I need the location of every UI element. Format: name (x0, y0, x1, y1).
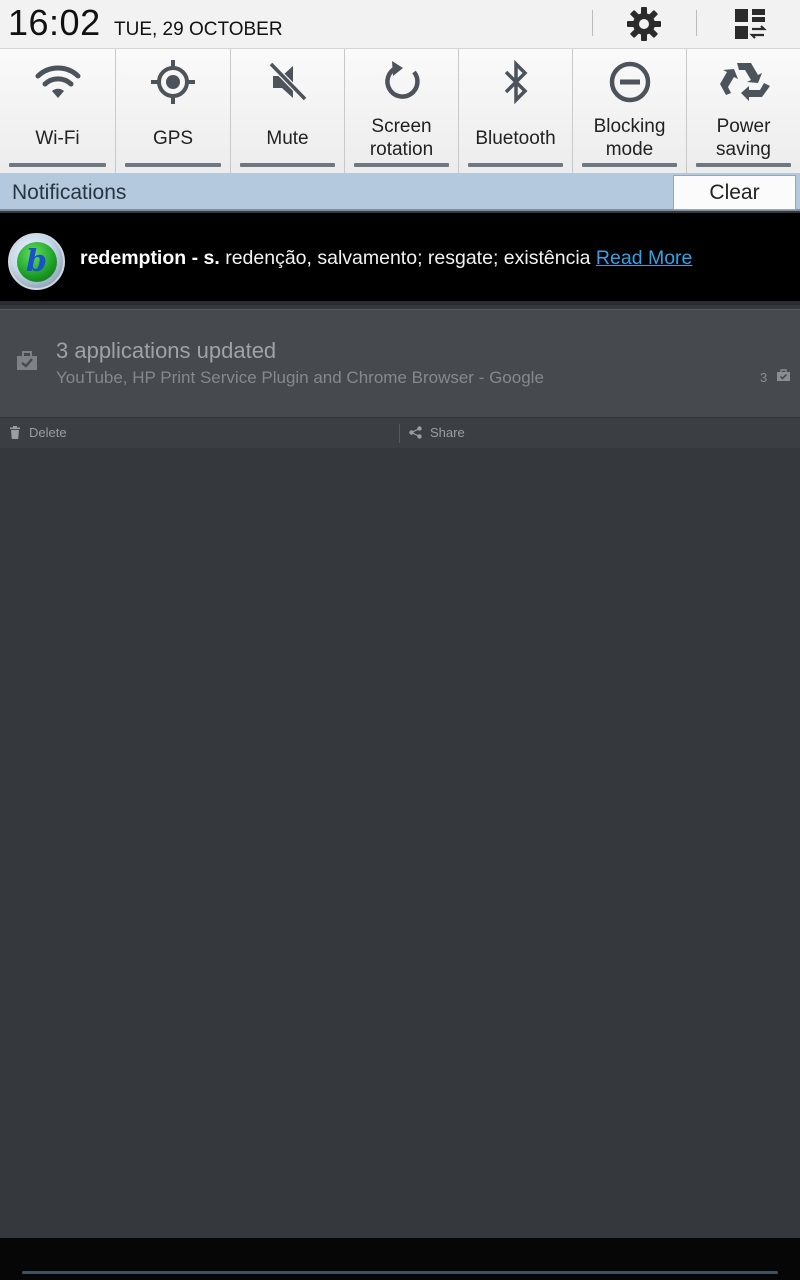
notification-actions: Delete Share (0, 417, 800, 448)
apps-updated-notification[interactable]: 3 applications updated YouTube, HP Print… (0, 309, 800, 417)
clear-button[interactable]: Clear (673, 175, 796, 210)
bag-check-icon (17, 351, 37, 370)
wifi-icon (35, 65, 80, 98)
rotation-icon (384, 61, 420, 99)
clock-time: 16:02 (8, 2, 101, 43)
drag-handle[interactable] (22, 1271, 778, 1274)
toggle-label: Bluetooth (475, 127, 556, 149)
dictionary-pos: - s. (186, 247, 220, 269)
dictionary-text: redemption - s. redenção, salvamento; re… (80, 247, 692, 270)
toggle-label: Blocking mode (593, 116, 666, 160)
toggle-indicator (9, 163, 106, 167)
actions-divider (399, 424, 400, 443)
dictionary-notification[interactable]: b redemption - s. redenção, salvamento; … (0, 213, 800, 305)
panel-bottom-bar (0, 1238, 800, 1280)
toggle-screen-rotation[interactable]: Screen rotation (345, 49, 459, 173)
blocking-icon (609, 61, 650, 103)
header-divider (592, 10, 593, 36)
recycle-icon (719, 63, 770, 101)
trash-icon (10, 426, 20, 439)
toggle-indicator (696, 163, 791, 167)
toggle-label: Wi-Fi (35, 127, 80, 149)
toggle-indicator (240, 163, 335, 167)
toggle-blocking-mode[interactable]: Blocking mode (573, 49, 687, 173)
delete-label: Delete (29, 425, 67, 440)
status-header: 16:02 TUE, 29 OCTOBER (0, 0, 800, 48)
toggle-indicator (582, 163, 677, 167)
toggle-indicator (125, 163, 221, 167)
notifications-title: Notifications (12, 181, 127, 204)
notification-title: 3 applications updated (56, 338, 277, 363)
bag-check-small-icon (777, 369, 790, 381)
read-more-link[interactable]: Read More (596, 247, 692, 269)
settings-button[interactable] (624, 4, 664, 44)
notification-detail: YouTube, HP Print Service Plugin and Chr… (56, 368, 544, 387)
toggle-power-saving[interactable]: Power saving (687, 49, 800, 173)
toggle-label: Screen rotation (369, 116, 434, 160)
dictionary-definition: redenção, salvamento; resgate; existênci… (219, 247, 596, 269)
bluetooth-icon (504, 59, 527, 105)
grid-switch-icon (735, 9, 767, 39)
toggle-indicator (354, 163, 449, 167)
share-icon (409, 426, 422, 439)
gps-icon (151, 60, 195, 104)
gear-icon (627, 7, 661, 41)
share-action[interactable]: Share (409, 425, 465, 440)
dictionary-word: redemption (80, 247, 187, 269)
mute-icon (268, 61, 307, 102)
toggle-bluetooth[interactable]: Bluetooth (459, 49, 573, 173)
toggle-gps[interactable]: GPS (116, 49, 231, 173)
share-label: Share (430, 425, 465, 440)
toggle-label: Mute (266, 127, 309, 149)
toggle-label: Power saving (716, 116, 771, 160)
header-divider (696, 10, 697, 36)
toggle-indicator (468, 163, 563, 167)
toggle-label: GPS (152, 127, 194, 149)
date-label: TUE, 29 OCTOBER (114, 19, 283, 40)
dictionary-app-icon: b (8, 233, 65, 290)
toggle-wifi[interactable]: Wi-Fi (0, 49, 116, 173)
toggle-mute[interactable]: Mute (231, 49, 345, 173)
delete-action[interactable]: Delete (9, 425, 67, 440)
notification-count: 3 (760, 370, 768, 385)
multiwindow-button[interactable] (730, 4, 770, 44)
quick-settings-panel: Wi-Fi GPS Mute Screen rotation Bluetooth… (0, 48, 800, 173)
